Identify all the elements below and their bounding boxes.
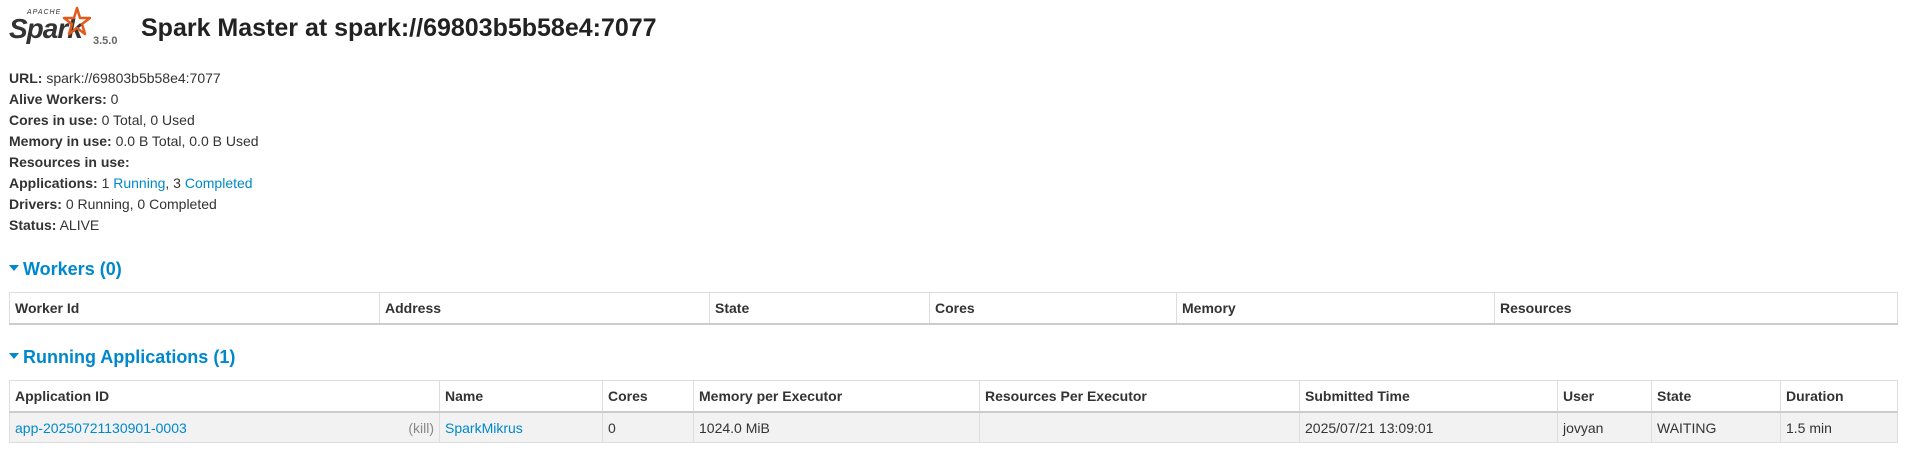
summary-applications: Applications: 1 Running, 3 Completed [9, 175, 253, 191]
col-memory-per-executor[interactable]: Memory per Executor [693, 380, 980, 413]
workers-table: Worker Id Address State Cores Memory Res… [9, 292, 1898, 325]
completed-apps-link[interactable]: Completed [185, 175, 253, 191]
kill-app-link[interactable]: (kill) [408, 420, 434, 436]
spark-logo[interactable]: APACHE Spark 3.5.0 [9, 6, 117, 52]
summary-status: Status: ALIVE [9, 217, 100, 233]
page-header: APACHE Spark 3.5.0 Spark Master at spark… [9, 6, 1899, 52]
running-apps-header-row: Application ID Name Cores Memory per Exe… [9, 380, 1898, 413]
cell-user: jovyan [1557, 411, 1652, 443]
cell-resources [979, 411, 1300, 443]
col-worker-id[interactable]: Worker Id [9, 292, 380, 325]
table-row: app-20250721130901-0003 (kill) SparkMikr… [9, 411, 1898, 443]
application-id-link[interactable]: app-20250721130901-0003 [15, 420, 187, 436]
summary-cores: Cores in use: 0 Total, 0 Used [9, 112, 195, 128]
cell-duration: 1.5 min [1780, 411, 1898, 443]
page-title: Spark Master at spark://69803b5b58e4:707… [141, 14, 657, 42]
running-apps-link[interactable]: Running [113, 175, 165, 191]
cell-state: WAITING [1651, 411, 1781, 443]
summary-drivers: Drivers: 0 Running, 0 Completed [9, 196, 217, 212]
col-user[interactable]: User [1557, 380, 1652, 413]
col-application-id[interactable]: Application ID [9, 380, 440, 413]
workers-section-toggle[interactable]: Workers (0) [9, 259, 122, 280]
col-resources[interactable]: Resources [1494, 292, 1898, 325]
col-resources-per-executor[interactable]: Resources Per Executor [979, 380, 1300, 413]
cell-cores: 0 [602, 411, 694, 443]
cell-application-id: app-20250721130901-0003 (kill) [9, 411, 440, 443]
caret-down-icon [9, 353, 19, 360]
spark-star-icon [62, 6, 91, 36]
col-state[interactable]: State [709, 292, 930, 325]
version-label: 3.5.0 [93, 35, 118, 47]
col-submitted-time[interactable]: Submitted Time [1299, 380, 1558, 413]
cell-name: SparkMikrus [439, 411, 603, 443]
col-name[interactable]: Name [439, 380, 603, 413]
summary-url: URL: spark://69803b5b58e4:7077 [9, 70, 221, 86]
col-memory[interactable]: Memory [1176, 292, 1495, 325]
workers-header-row: Worker Id Address State Cores Memory Res… [9, 292, 1898, 325]
col-state[interactable]: State [1651, 380, 1781, 413]
col-address[interactable]: Address [379, 292, 710, 325]
col-cores[interactable]: Cores [929, 292, 1177, 325]
app-name-link[interactable]: SparkMikrus [445, 420, 523, 436]
col-cores[interactable]: Cores [602, 380, 694, 413]
running-apps-table: Application ID Name Cores Memory per Exe… [9, 380, 1898, 443]
caret-down-icon [9, 265, 19, 272]
summary-alive-workers: Alive Workers: 0 [9, 91, 119, 107]
master-summary: URL: spark://69803b5b58e4:7077 Alive Wor… [9, 68, 259, 236]
cell-memory: 1024.0 MiB [693, 411, 980, 443]
running-apps-section-toggle[interactable]: Running Applications (1) [9, 347, 235, 368]
summary-resources: Resources in use: [9, 154, 130, 170]
summary-memory: Memory in use: 0.0 B Total, 0.0 B Used [9, 133, 259, 149]
col-duration[interactable]: Duration [1780, 380, 1898, 413]
cell-submitted-time: 2025/07/21 13:09:01 [1299, 411, 1558, 443]
